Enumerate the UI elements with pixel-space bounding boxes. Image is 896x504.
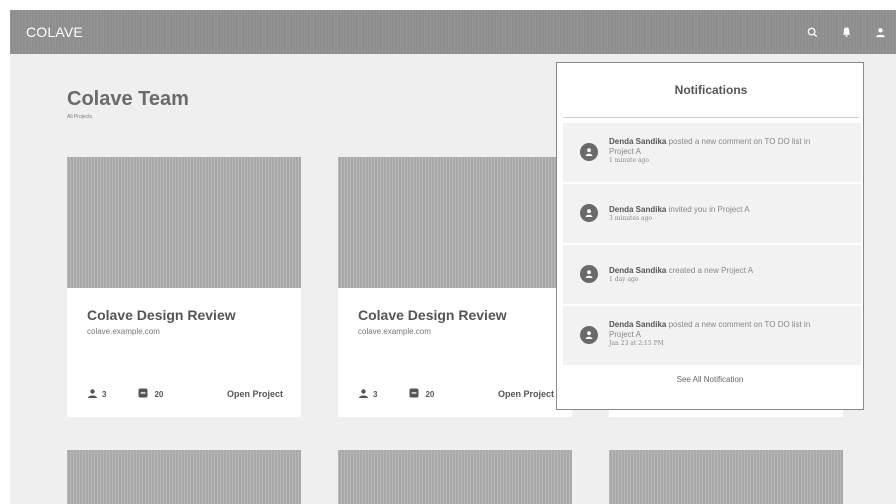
tasks-count: 20 xyxy=(138,388,163,400)
project-card[interactable]: Colave Design Review colave.example.com … xyxy=(67,157,301,417)
members-count-value: 3 xyxy=(102,389,107,399)
notification-action: invited you in Project A xyxy=(668,205,750,214)
avatar xyxy=(580,143,598,161)
project-thumbnail[interactable] xyxy=(338,450,572,504)
members-count-value: 3 xyxy=(373,389,378,399)
top-navbar: COLAVE xyxy=(10,10,896,54)
notification-target[interactable]: Project A xyxy=(609,330,641,339)
members-icon xyxy=(87,388,98,400)
bell-icon[interactable] xyxy=(836,22,856,42)
project-thumbnail[interactable] xyxy=(67,450,301,504)
notification-text: Denda Sandika created a new Project A 1 … xyxy=(609,266,855,284)
avatar xyxy=(580,204,598,222)
notification-time: Jan 23 at 2:15 PM xyxy=(609,340,664,347)
user-icon[interactable] xyxy=(870,22,890,42)
notifications-panel: Notifications Denda Sandika posted a new… xyxy=(556,62,864,410)
notification-text: Denda Sandika posted a new comment on TO… xyxy=(609,320,855,348)
notification-user[interactable]: Denda Sandika xyxy=(609,266,666,275)
notification-item[interactable]: Denda Sandika posted a new comment on TO… xyxy=(563,306,861,365)
notification-text: Denda Sandika posted a new comment on TO… xyxy=(609,137,855,165)
notifications-title: Notifications xyxy=(563,63,859,118)
members-count: 3 xyxy=(87,388,107,400)
project-thumbnail xyxy=(67,157,301,288)
notification-user[interactable]: Denda Sandika xyxy=(609,137,666,146)
notification-action: posted a new comment on TO DO list in xyxy=(668,137,811,146)
topbar-actions xyxy=(802,22,890,42)
see-all-notifications-link[interactable]: See All Notification xyxy=(557,375,863,384)
project-url: colave.example.com xyxy=(358,327,431,336)
brand-logo[interactable]: COLAVE xyxy=(26,24,83,40)
notification-time: 3 minutes ago xyxy=(609,215,653,222)
notification-target[interactable]: Project A xyxy=(609,147,641,156)
tasks-count-value: 20 xyxy=(425,389,435,399)
notification-time: 1 minute ago xyxy=(609,157,649,164)
project-thumbnail xyxy=(338,157,572,288)
project-title: Colave Design Review xyxy=(358,307,507,323)
notification-user[interactable]: Denda Sandika xyxy=(609,320,666,329)
project-meta: 3 20 Open Project xyxy=(87,388,283,400)
page-title: Colave Team xyxy=(67,88,189,110)
notification-item[interactable]: Denda Sandika invited you in Project A 3… xyxy=(563,184,861,243)
tasks-icon xyxy=(138,388,148,400)
project-url: colave.example.com xyxy=(87,327,160,336)
notification-text: Denda Sandika invited you in Project A 3… xyxy=(609,205,855,223)
avatar xyxy=(580,265,598,283)
notification-user[interactable]: Denda Sandika xyxy=(609,205,666,214)
avatar xyxy=(580,326,598,344)
project-thumbnail[interactable] xyxy=(609,450,843,504)
project-title: Colave Design Review xyxy=(87,307,236,323)
tasks-count-value: 20 xyxy=(154,389,164,399)
notification-time: 1 day ago xyxy=(609,276,639,283)
members-count: 3 xyxy=(358,388,378,400)
tasks-count: 20 xyxy=(409,388,434,400)
notification-item[interactable]: Denda Sandika created a new Project A 1 … xyxy=(563,245,861,304)
members-icon xyxy=(358,388,369,400)
notification-action: posted a new comment on TO DO list in xyxy=(668,320,811,329)
open-project-link[interactable]: Open Project xyxy=(498,389,554,399)
tasks-icon xyxy=(409,388,419,400)
notification-action: created a new Project A xyxy=(668,266,754,275)
open-project-link[interactable]: Open Project xyxy=(227,389,283,399)
page-subtitle: All Projects xyxy=(67,114,93,120)
project-card[interactable]: Colave Design Review colave.example.com … xyxy=(338,157,572,417)
notification-item[interactable]: Denda Sandika posted a new comment on TO… xyxy=(563,123,861,182)
app-frame: COLAVE Colave Team All Projects Colave D… xyxy=(10,10,896,504)
project-meta: 3 20 Open Project xyxy=(358,388,554,400)
search-icon[interactable] xyxy=(802,22,822,42)
